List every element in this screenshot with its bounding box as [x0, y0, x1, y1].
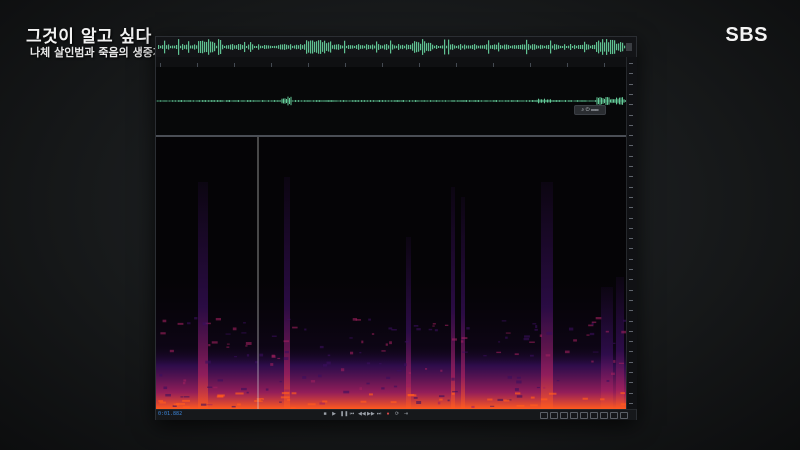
spectrogram-graphic [156, 137, 626, 409]
vertical-scale[interactable] [626, 57, 637, 409]
skip-selection-icon[interactable]: ⇥ [403, 412, 409, 417]
overview-waveform-graphic [158, 39, 632, 55]
transport-bar: 0:01.882 ■ ▶ ❚❚ ⏮ ◀◀ ▶▶ ⏭ ● ⟳ ⇥ [156, 409, 636, 420]
rewind-icon[interactable]: ◀◀ [358, 412, 366, 417]
zoom-control[interactable]: ⌕ ⏻ ▭▭ [574, 105, 606, 115]
skip-forward-icon[interactable]: ⏭ [376, 412, 382, 417]
channel-logo: SBS [725, 24, 768, 46]
waveform-pane[interactable]: ⌕ ⏻ ▭▭ [156, 67, 626, 135]
play-icon[interactable]: ▶ [331, 412, 337, 417]
tool-icon[interactable] [550, 412, 558, 419]
waveform-graphic [156, 96, 626, 106]
tool-icon[interactable] [540, 412, 548, 419]
skip-back-icon[interactable]: ⏮ [349, 412, 355, 417]
fast-forward-icon[interactable]: ▶▶ [367, 412, 375, 417]
tool-icon[interactable] [570, 412, 578, 419]
tool-icon[interactable] [590, 412, 598, 419]
loop-icon[interactable]: ⟳ [394, 412, 400, 417]
tool-icon[interactable] [560, 412, 568, 419]
waveform-overview[interactable] [156, 37, 636, 57]
spectrogram-pane[interactable] [156, 137, 626, 409]
tool-icon[interactable] [580, 412, 588, 419]
episode-subtitle: 나체 살인범과 죽음의 생중계 [30, 46, 163, 59]
pause-icon[interactable]: ❚❚ [340, 412, 348, 417]
tool-icon[interactable] [600, 412, 608, 419]
tool-icon[interactable] [610, 412, 618, 419]
time-readout: 0:01.882 [158, 411, 183, 417]
stop-icon[interactable]: ■ [322, 412, 328, 417]
tool-icon[interactable] [620, 412, 628, 419]
audio-editor-window: ⌕ ⏻ ▭▭ 0:01.882 ■ ▶ ❚❚ ⏮ ◀◀ ▶▶ ⏭ ● ⟳ ⇥ [155, 36, 637, 420]
record-icon[interactable]: ● [385, 412, 391, 417]
